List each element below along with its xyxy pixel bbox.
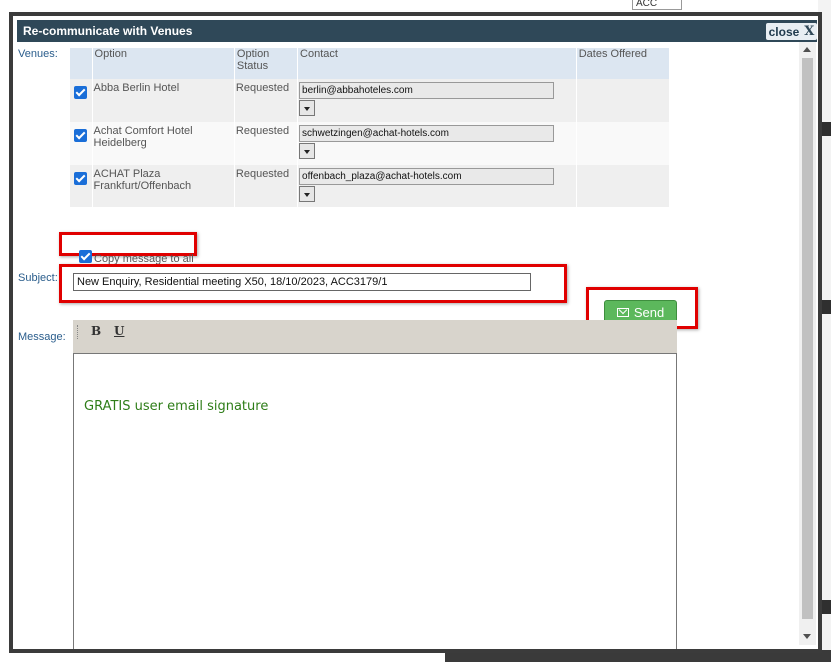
envelope-icon [616, 307, 629, 317]
venue-checkbox[interactable] [74, 129, 87, 142]
email-signature: GRATIS user email signature [84, 399, 269, 414]
dates-header: Dates Offered [576, 48, 671, 79]
venue-dates [576, 165, 671, 207]
venue-option: Abba Berlin Hotel [92, 79, 235, 122]
contact-email-field[interactable]: offenbach_plaza@achat-hotels.com [299, 168, 555, 185]
dialog-titlebar: Re-communicate with Venues close X [17, 20, 817, 42]
contact-dropdown-button[interactable] [299, 143, 316, 159]
venue-status: Requested [234, 165, 299, 207]
dialog-content: Venues: Option Option Status Contact Dat… [13, 42, 799, 649]
dialog-title: Re-communicate with Venues [23, 24, 193, 38]
venue-status: Requested [234, 79, 299, 122]
send-label: Send [633, 304, 665, 320]
close-icon: X [804, 24, 815, 39]
scroll-up-icon[interactable] [803, 47, 811, 52]
bold-button[interactable]: B [91, 324, 101, 338]
dialog-scrollbar[interactable] [799, 42, 816, 645]
status-header: Option Status [234, 48, 299, 79]
background-select: ACC [632, 0, 682, 10]
contact-email-field[interactable]: schwetzingen@achat-hotels.com [299, 125, 555, 142]
subject-input[interactable]: New Enquiry, Residential meeting X50, 18… [73, 273, 531, 291]
contact-dropdown-button[interactable] [299, 100, 316, 116]
table-row: ACHAT Plaza Frankfurt/Offenbach Requeste… [70, 165, 671, 207]
venue-dates [576, 122, 671, 165]
venues-table: Option Option Status Contact Dates Offer… [70, 48, 671, 207]
copy-all-checkbox[interactable] [79, 250, 92, 263]
scroll-thumb[interactable] [802, 58, 813, 619]
contact-dropdown-button[interactable] [299, 186, 316, 202]
table-row: Achat Comfort Hotel Heidelberg Requested… [70, 122, 671, 165]
message-label: Message: [18, 331, 66, 343]
venue-status: Requested [234, 122, 299, 165]
close-label: close [768, 24, 800, 39]
toolbar-grip [77, 325, 79, 339]
venue-option: ACHAT Plaza Frankfurt/Offenbach [92, 165, 235, 207]
venue-checkbox[interactable] [74, 172, 87, 185]
contact-header: Contact [297, 48, 577, 79]
checkbox-header [70, 48, 93, 79]
option-header: Option [92, 48, 235, 79]
underline-button[interactable]: U [114, 324, 124, 338]
message-editor[interactable]: GRATIS user email signature [73, 353, 677, 649]
scroll-down-icon[interactable] [803, 634, 811, 639]
subject-label: Subject: [18, 272, 58, 284]
venue-option: Achat Comfort Hotel Heidelberg [92, 122, 235, 165]
recommunicate-dialog: Re-communicate with Venues close X Venue… [9, 12, 822, 653]
contact-email-field[interactable]: berlin@abbahoteles.com [299, 82, 555, 99]
close-button[interactable]: close X [766, 23, 817, 40]
table-row: Abba Berlin Hotel Requested berlin@abbah… [70, 79, 671, 122]
venues-label: Venues: [18, 48, 58, 60]
editor-toolbar: B U [73, 320, 677, 354]
venue-dates [576, 79, 671, 122]
venue-checkbox[interactable] [74, 86, 87, 99]
